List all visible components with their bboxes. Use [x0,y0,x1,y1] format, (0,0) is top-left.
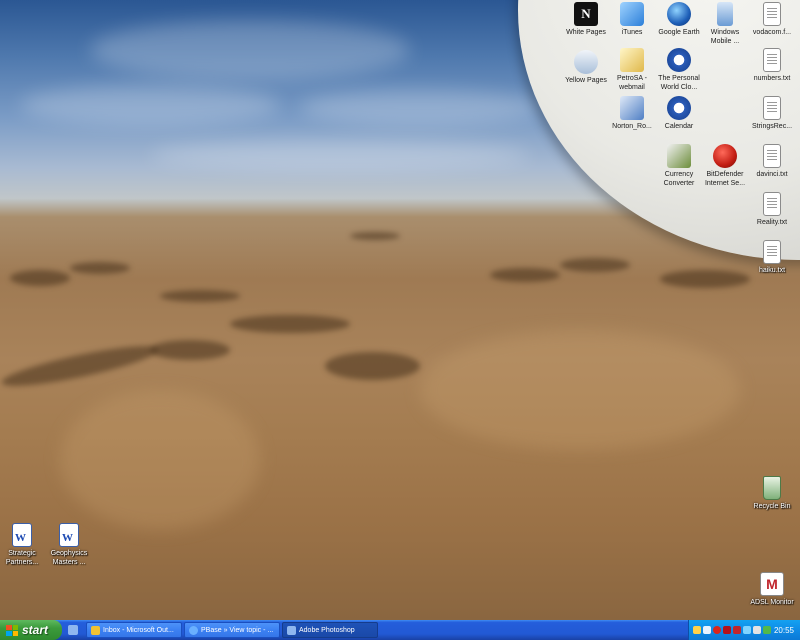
rock-ridge [325,352,420,380]
text-file-icon [763,240,781,264]
world-clock-icon [667,48,691,72]
word-document-icon [12,523,32,547]
windows-mobile-icon [717,2,733,26]
desktop-icon-label: Recycle Bin [753,503,791,510]
rock-ridge [160,290,240,302]
text-file-icon [763,144,781,168]
text-file-icon [763,192,781,216]
desktop-icon-davinci[interactable]: davinci.txt [735,144,800,179]
recycle-bin-icon [763,476,781,500]
update-icon[interactable] [763,626,771,634]
taskbar-button-outlook[interactable]: Inbox - Microsoft Out... [86,622,182,638]
sky-cloud [150,140,530,170]
tray-toggle-icon[interactable] [693,626,701,634]
desktop-icon-reality[interactable]: Reality.txt [735,192,800,227]
network-icon[interactable] [703,626,711,634]
clock[interactable]: 20:55 [774,626,794,635]
internet-explorer-icon [189,625,198,635]
text-file-icon [763,2,781,26]
calendar-icon [667,96,691,120]
sky-cloud [20,85,280,125]
start-label: start [22,623,49,637]
desktop-icon-label: StringsRec... [751,123,793,130]
shield-icon[interactable] [723,626,731,634]
taskbar: start Inbox - Microsoft Out... PBase » V… [0,620,800,640]
rock-ridge [230,315,350,333]
quick-launch-icon[interactable] [68,625,78,635]
desktop-icon-world-clock[interactable]: The Personal World Clo... [642,48,716,92]
desktop-icon-label: The Personal World Clo... [658,75,700,91]
desktop-icon-vodacom[interactable]: vodacom.f... [735,2,800,37]
adsl-monitor-icon: M [760,572,784,596]
outlook-icon [91,625,100,635]
desktop-icon-label: Reality.txt [756,219,788,226]
word-document-icon [59,523,79,547]
desktop-icon-geophysics-masters[interactable]: Geophysics Masters ... [32,523,106,567]
windows-logo-icon [6,624,18,636]
taskbar-button-pbase[interactable]: PBase » View topic - ... [184,622,280,638]
taskbar-button-label: Inbox - Microsoft Out... [103,626,174,634]
desktop-icon-label: davinci.txt [756,171,788,178]
monitor-icon[interactable] [733,626,741,634]
bitdefender-icon [713,144,737,168]
desktop-icon-calendar[interactable]: Calendar [642,96,716,131]
desktop-icon-label: Geophysics Masters ... [50,550,88,566]
desktop-icon-label: numbers.txt [753,75,791,82]
rock-ridge [0,338,161,394]
rock-ridge [350,232,400,240]
photoshop-icon [287,625,296,635]
desktop-icon-label: haiku.txt [758,267,786,274]
itunes-icon [620,2,644,26]
text-file-icon [763,48,781,72]
sky-cloud [90,20,410,80]
antivirus-icon[interactable] [713,626,721,634]
desktop-icon-recycle-bin[interactable]: Recycle Bin [735,476,800,511]
desktop-icon-haiku[interactable]: haiku.txt [735,240,800,275]
taskbar-button-photoshop[interactable]: Adobe Photoshop [282,622,378,638]
desktop-icon-adsl-monitor[interactable]: M ADSL Monitor [735,572,800,607]
system-tray: 20:55 [688,620,800,640]
taskbar-button-label: PBase » View topic - ... [201,626,274,634]
desktop-icon-label: vodacom.f... [752,29,792,36]
desktop-icon-numbers[interactable]: numbers.txt [735,48,800,83]
rock-ridge [10,270,70,286]
start-button[interactable]: start [0,620,62,640]
desktop-icon-label: ADSL Monitor [750,599,794,606]
desert-dune [60,390,260,530]
rock-ridge [70,262,130,274]
rock-ridge [150,340,230,360]
webmail-icon [620,48,644,72]
desktop-icon-strings[interactable]: StringsRec... [735,96,800,131]
desktop-icon-label: Calendar [664,123,694,130]
connection-icon[interactable] [753,626,761,634]
norton-icon [620,96,644,120]
taskbar-button-label: Adobe Photoshop [299,626,355,634]
rock-ridge [490,268,560,282]
rock-ridge [560,258,630,272]
sky-cloud [300,90,540,125]
quick-launch [62,625,84,635]
text-file-icon [763,96,781,120]
desktop[interactable]: N White Pages iTunes Google Earth Window… [0,0,800,620]
volume-icon[interactable] [743,626,751,634]
desert-dune [420,330,740,450]
